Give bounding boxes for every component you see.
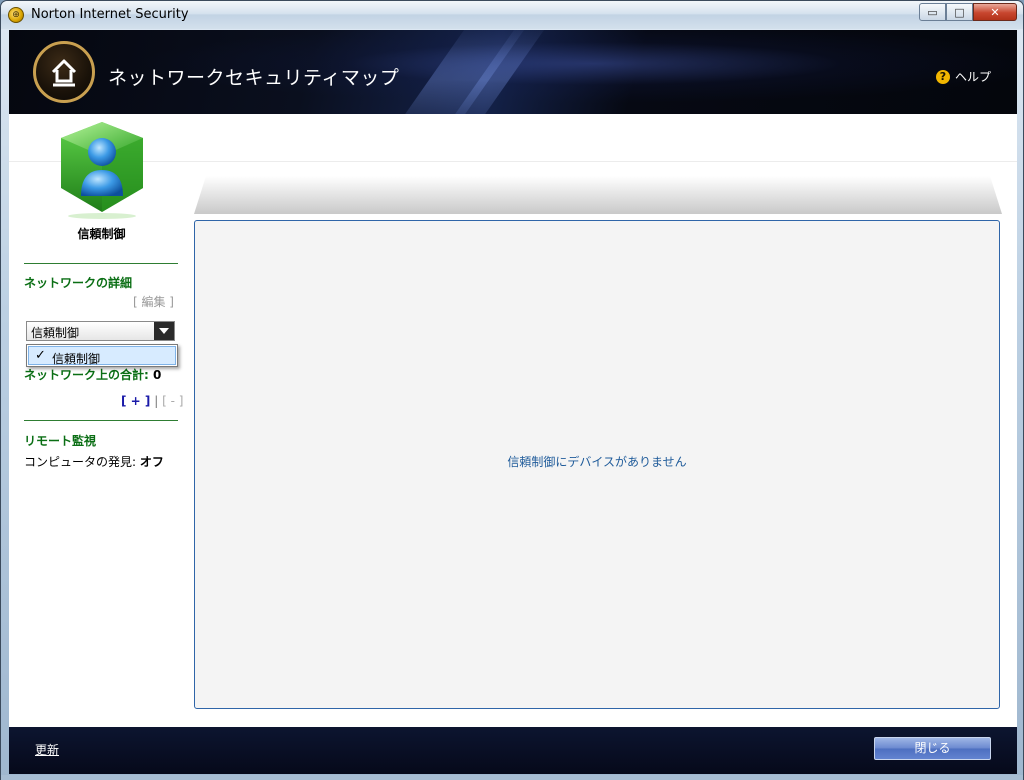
divider: [24, 420, 178, 421]
close-button[interactable]: 閉じる: [874, 737, 991, 760]
add-remove-links: [ + ] | [ - ]: [121, 394, 183, 408]
norton-globe-icon: ⊕: [8, 7, 24, 23]
separator: |: [154, 394, 159, 408]
network-total: ネットワーク上の合計: 0: [24, 366, 161, 383]
divider: [9, 161, 1017, 162]
computer-discovery-label: コンピュータの発見:: [24, 455, 137, 469]
window-controls: ▭ □ ✕: [919, 3, 1017, 21]
user-cube-icon: [57, 120, 147, 223]
dropdown-option-label: 信頼制御: [52, 352, 101, 366]
help-link[interactable]: ? ヘルプ: [935, 68, 991, 85]
title-bar[interactable]: ⊕ Norton Internet Security ▭ □ ✕: [1, 1, 1023, 29]
remote-monitoring-title: リモート監視: [24, 434, 97, 448]
check-icon: ✓: [35, 348, 46, 363]
dropdown-menu: ✓ 信頼制御: [26, 344, 178, 367]
help-label: ヘルプ: [954, 70, 991, 84]
page-title: ネットワークセキュリティマップ: [108, 67, 400, 89]
network-total-count: 0: [153, 368, 162, 382]
network-total-label: ネットワーク上の合計:: [24, 368, 149, 382]
edit-link[interactable]: [ 編集 ]: [133, 293, 174, 310]
home-button[interactable]: [33, 41, 95, 103]
window-title: Norton Internet Security: [31, 7, 189, 22]
app-window: ⊕ Norton Internet Security ▭ □ ✕ ネットワークセ…: [0, 0, 1024, 780]
dropdown-option-trust[interactable]: ✓ 信頼制御: [28, 346, 176, 366]
divider: [24, 263, 178, 264]
minimize-button[interactable]: ▭: [919, 3, 946, 21]
help-icon: ?: [935, 69, 950, 84]
empty-message: 信頼制御にデバイスがありません: [507, 455, 687, 469]
trust-label: 信頼制御: [77, 227, 126, 241]
footer-bar: 更新 閉じる: [9, 727, 1017, 774]
window-border: [1, 775, 1023, 780]
client-area: ネットワークセキュリティマップ ? ヘルプ 信頼制御 ネットワークの詳細 [編…: [9, 30, 1017, 774]
maximize-button[interactable]: □: [946, 3, 973, 21]
trust-level-select[interactable]: 信頼制御: [26, 321, 175, 341]
select-value: 信頼制御: [31, 326, 80, 340]
add-device-link[interactable]: [ + ]: [121, 394, 150, 408]
computer-discovery-value: オフ: [139, 455, 164, 469]
device-map-panel: 信頼制御にデバイスがありません: [194, 220, 1000, 709]
network-details-title: ネットワークの詳細: [24, 276, 133, 290]
header-banner: ネットワークセキュリティマップ ? ヘルプ: [9, 30, 1017, 114]
tab-bar: [194, 176, 1002, 214]
refresh-link[interactable]: 更新: [35, 741, 59, 758]
chevron-down-icon[interactable]: [154, 322, 174, 340]
computer-discovery: コンピュータの発見: オフ: [24, 453, 164, 470]
remove-device-link[interactable]: [ - ]: [162, 394, 183, 408]
home-icon: [51, 59, 77, 87]
close-window-button[interactable]: ✕: [973, 3, 1017, 21]
